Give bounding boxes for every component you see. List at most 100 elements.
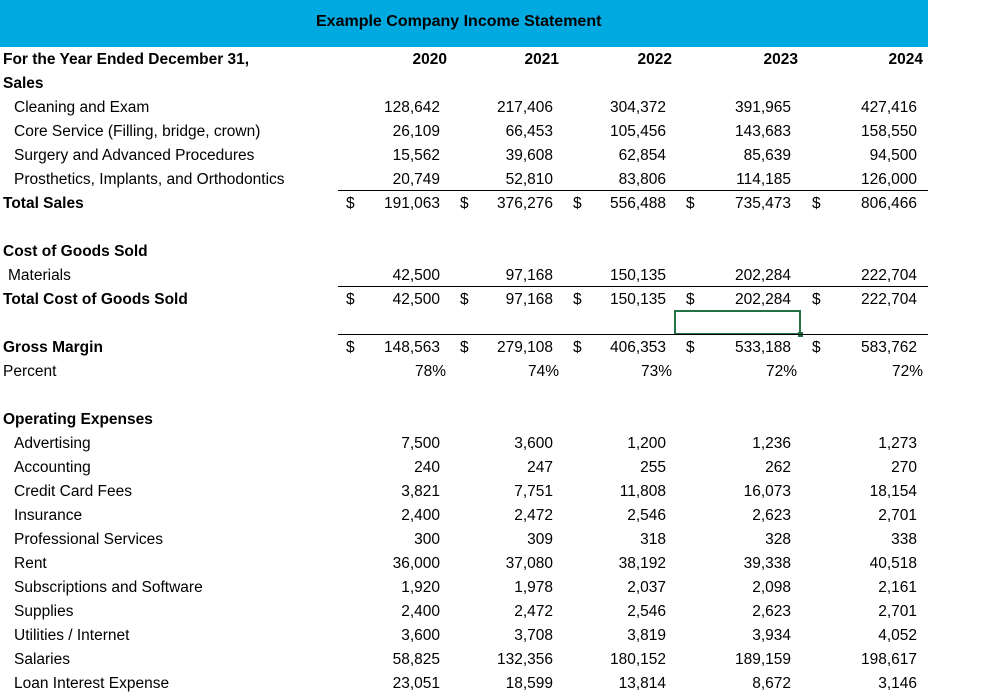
cell: 42,500 bbox=[392, 267, 440, 284]
gross-margin-label: Gross Margin bbox=[3, 339, 103, 356]
cell: 1,236 bbox=[752, 435, 791, 452]
row-label: Professional Services bbox=[14, 531, 164, 548]
cell: 427,416 bbox=[860, 99, 917, 116]
row-label: Supplies bbox=[14, 603, 74, 620]
cell: 198,617 bbox=[860, 651, 917, 668]
cell: 38,192 bbox=[618, 555, 666, 572]
cell: 126,000 bbox=[860, 171, 917, 188]
table-row: Prosthetics, Implants, and Orthodontics … bbox=[0, 168, 1003, 192]
cell: 72% bbox=[891, 363, 923, 380]
cell: 1,978 bbox=[514, 579, 553, 596]
cell: 338 bbox=[891, 531, 917, 548]
table-row: Utilities / Internet 3,600 3,708 3,819 3,934… bbox=[0, 624, 1003, 648]
total-sales-row: Total Sales $ $ $ $ $ 191,063 376,276 55… bbox=[0, 192, 1003, 216]
cell: 2,623 bbox=[752, 507, 791, 524]
row-label: Rent bbox=[14, 555, 47, 572]
cell: 36,000 bbox=[392, 555, 440, 572]
table-row: Advertising 7,500 3,600 1,200 1,236 1,273 bbox=[0, 432, 1003, 456]
cell: 4,052 bbox=[878, 627, 917, 644]
cell: 148,563 bbox=[383, 339, 440, 356]
cell: 11,808 bbox=[619, 483, 666, 500]
cell: 40,518 bbox=[869, 555, 917, 572]
cell: 73% bbox=[640, 363, 672, 380]
cell: 3,146 bbox=[878, 675, 917, 692]
cell: 97,168 bbox=[505, 291, 553, 308]
cell: 2,701 bbox=[878, 507, 917, 524]
row-label: Materials bbox=[8, 267, 71, 284]
table-row: Accounting 240 247 255 262 270 bbox=[0, 456, 1003, 480]
opex-heading-row: Operating Expenses bbox=[0, 408, 1003, 432]
cell: 85,639 bbox=[743, 147, 791, 164]
sales-heading: Sales bbox=[3, 75, 44, 92]
cell: 2,161 bbox=[878, 579, 917, 596]
cell: 180,152 bbox=[609, 651, 666, 668]
percent-label: Percent bbox=[3, 363, 57, 380]
cell: 3,600 bbox=[401, 627, 440, 644]
cell: 3,708 bbox=[514, 627, 553, 644]
cell: 37,080 bbox=[505, 555, 553, 572]
table-row: Insurance 2,400 2,472 2,546 2,623 2,701 bbox=[0, 504, 1003, 528]
cell: 583,762 bbox=[860, 339, 917, 356]
cell: 270 bbox=[891, 459, 917, 476]
table-row: Cleaning and Exam 128,642 217,406 304,37… bbox=[0, 96, 1003, 120]
subtotal-rule bbox=[338, 334, 928, 335]
table-row: Rent 36,000 37,080 38,192 39,338 40,518 bbox=[0, 552, 1003, 576]
cell: 1,273 bbox=[878, 435, 917, 452]
year-2022: 2022 bbox=[637, 51, 672, 68]
cell: 806,466 bbox=[860, 195, 917, 212]
cell: 262 bbox=[765, 459, 791, 476]
table-row: Supplies 2,400 2,472 2,546 2,623 2,701 bbox=[0, 600, 1003, 624]
cell: 52,810 bbox=[505, 171, 553, 188]
opex-heading: Operating Expenses bbox=[3, 411, 153, 428]
cell: 3,934 bbox=[752, 627, 791, 644]
table-row: Credit Card Fees 3,821 7,751 11,808 16,073 18… bbox=[0, 480, 1003, 504]
row-label: Advertising bbox=[14, 435, 91, 452]
cell: 240 bbox=[414, 459, 440, 476]
cell: 1,920 bbox=[401, 579, 440, 596]
row-label: Accounting bbox=[14, 459, 91, 476]
year-2020: 2020 bbox=[412, 51, 447, 68]
table-row: Loan Interest Expense 23,051 18,599 13,814 8… bbox=[0, 672, 1003, 696]
cell: 247 bbox=[527, 459, 553, 476]
table-row: Subscriptions and Software 1,920 1,978 2,03… bbox=[0, 576, 1003, 600]
table-row: Surgery and Advanced Procedures 15,562 3… bbox=[0, 144, 1003, 168]
cell: 8,672 bbox=[752, 675, 791, 692]
row-label: Salaries bbox=[14, 651, 70, 668]
cell: 94,500 bbox=[869, 147, 917, 164]
cell: 158,550 bbox=[860, 123, 917, 140]
period-label: For the Year Ended December 31, bbox=[3, 51, 250, 68]
cell: 3,819 bbox=[627, 627, 666, 644]
selected-cell[interactable] bbox=[674, 310, 801, 335]
table-row: Core Service (Filling, bridge, crown) 26… bbox=[0, 120, 1003, 144]
cell: 3,821 bbox=[401, 483, 440, 500]
gross-margin-row: Gross Margin $ $ $ $ $ 148,563 279,108 4… bbox=[0, 336, 1003, 360]
cell: 2,037 bbox=[627, 579, 666, 596]
cell: 23,051 bbox=[392, 675, 440, 692]
cell: 2,400 bbox=[401, 603, 440, 620]
cell: 58,825 bbox=[392, 651, 440, 668]
cell: 255 bbox=[640, 459, 666, 476]
cell: 2,098 bbox=[752, 579, 791, 596]
cell: 150,135 bbox=[609, 291, 666, 308]
cell: 105,456 bbox=[609, 123, 666, 140]
cell: 97,168 bbox=[505, 267, 553, 284]
percent-row: Percent 78% 74% 73% 72% 72% bbox=[0, 360, 1003, 384]
sales-heading-row: Sales bbox=[0, 72, 1003, 96]
cell: 15,562 bbox=[392, 147, 440, 164]
year-2023: 2023 bbox=[763, 51, 798, 68]
cell: 222,704 bbox=[860, 267, 917, 284]
total-cogs-label: Total Cost of Goods Sold bbox=[3, 291, 188, 308]
cell: 2,623 bbox=[752, 603, 791, 620]
subtotal-rule bbox=[338, 286, 928, 287]
subtotal-rule bbox=[338, 190, 928, 191]
cell: 318 bbox=[640, 531, 666, 548]
cell: 191,063 bbox=[383, 195, 440, 212]
cell: 3,600 bbox=[514, 435, 553, 452]
cell: 132,356 bbox=[496, 651, 553, 668]
row-label: Subscriptions and Software bbox=[14, 579, 203, 596]
cell: 2,546 bbox=[627, 507, 666, 524]
cell: 78% bbox=[414, 363, 446, 380]
cell: 309 bbox=[527, 531, 553, 548]
cell: 66,453 bbox=[505, 123, 553, 140]
cell: 735,473 bbox=[734, 195, 791, 212]
